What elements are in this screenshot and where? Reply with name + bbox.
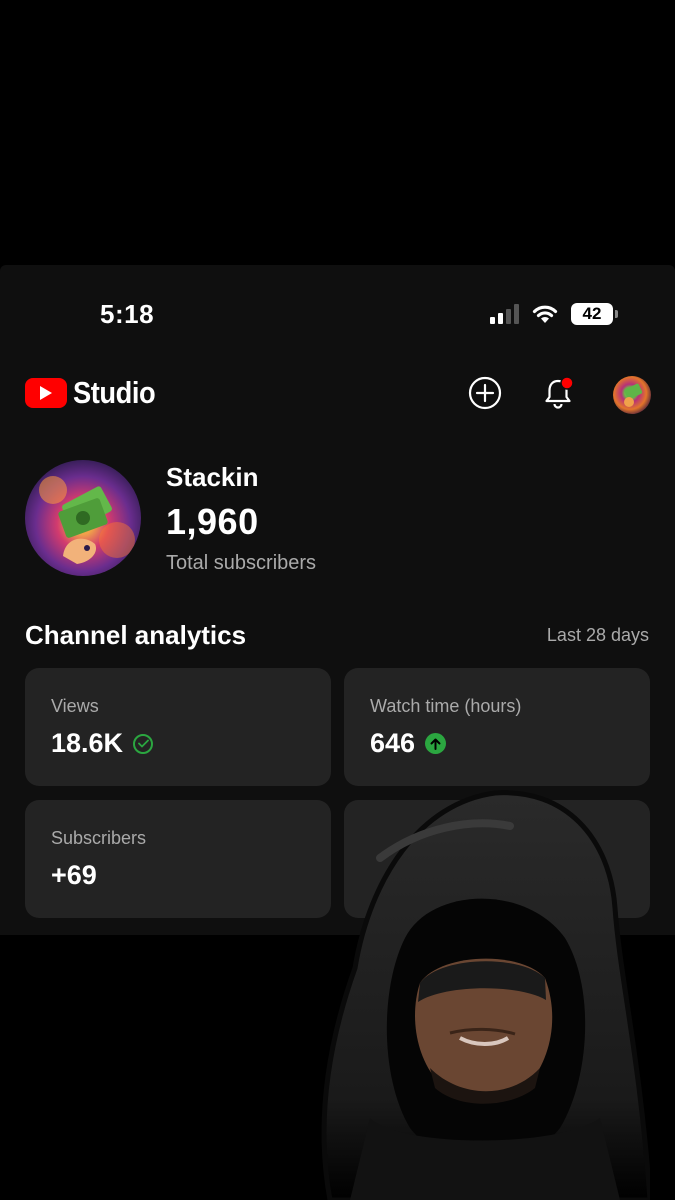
status-icons: 42 — [490, 301, 618, 327]
check-circle-icon — [133, 733, 154, 754]
app-name: Studio — [73, 375, 156, 410]
card-label: Views — [51, 696, 99, 716]
plus-circle-icon — [468, 376, 502, 410]
status-time: 5:18 — [100, 299, 155, 329]
youtube-studio-logo[interactable]: Studio — [25, 375, 166, 411]
battery-icon: 42 — [571, 303, 618, 325]
cellular-signal-icon — [490, 304, 519, 324]
card-label: Subscribers — [51, 828, 147, 848]
subscriber-count: 1,960 — [166, 501, 259, 542]
card-value: 646 — [370, 728, 447, 759]
card-value: 18.6K — [51, 728, 154, 759]
page: 5:18 42 Studio Stackin 1,960 Total subsc… — [0, 0, 675, 1200]
wifi-icon — [532, 305, 558, 323]
card-label: Watch time (hours) — [370, 696, 522, 716]
hooded-character-overlay — [321, 790, 650, 1200]
channel-name: Stackin — [166, 462, 259, 492]
section-title: Channel analytics — [25, 620, 247, 650]
arrow-up-circle-icon — [425, 733, 447, 754]
date-range-label[interactable]: Last 28 days — [547, 625, 649, 646]
card-value: +69 — [51, 860, 97, 891]
subscriber-label: Total subscribers — [166, 552, 317, 574]
subscribers-value: +69 — [51, 860, 97, 890]
notifications-button[interactable] — [540, 375, 576, 411]
views-value: 18.6K — [51, 728, 124, 758]
create-button[interactable] — [467, 375, 503, 411]
watch-time-card[interactable]: Watch time (hours) 646 — [344, 668, 650, 786]
avatar-image — [624, 383, 643, 407]
battery-level: 42 — [582, 304, 602, 323]
subscribers-card[interactable]: Subscribers +69 — [25, 800, 331, 918]
bell-icon — [545, 376, 574, 409]
account-avatar[interactable] — [613, 376, 651, 414]
youtube-play-icon — [25, 378, 67, 408]
watch-time-value: 646 — [370, 728, 416, 758]
views-card[interactable]: Views 18.6K — [25, 668, 331, 786]
channel-avatar-image — [39, 476, 135, 564]
channel-avatar — [25, 460, 141, 576]
